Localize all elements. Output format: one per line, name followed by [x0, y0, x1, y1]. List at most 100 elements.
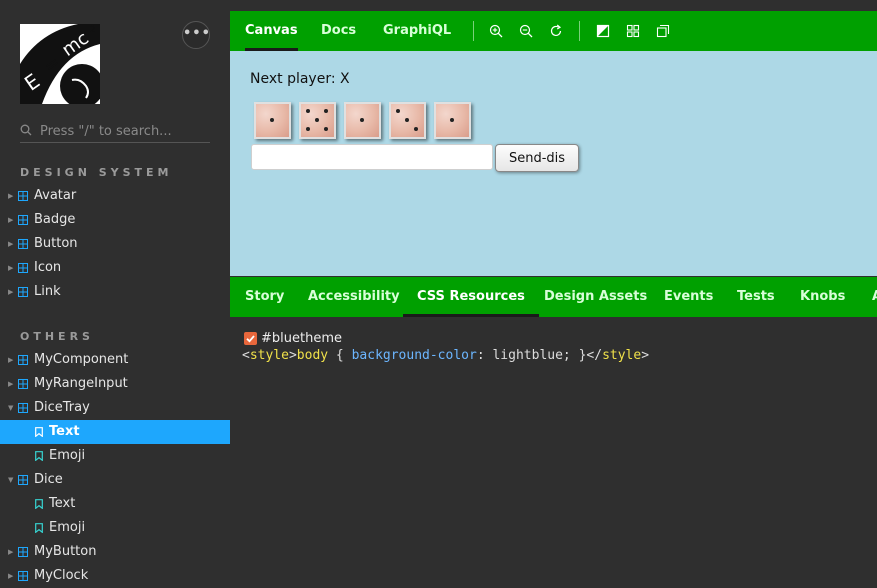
caret-right-icon: ▶ [8, 380, 14, 388]
tab-tests[interactable]: Tests [737, 277, 775, 317]
sidebar-item-avatar[interactable]: ▶ Avatar [0, 184, 230, 208]
tab-knobs[interactable]: Knobs [800, 277, 845, 317]
bookmark-icon [35, 499, 43, 509]
die-pip [306, 127, 310, 131]
sidebar-item-label: Button [34, 236, 78, 251]
top-spacer [230, 0, 877, 11]
next-player-text: Next player: X [250, 71, 350, 87]
sidebar-item-label: MyClock [34, 568, 89, 583]
code-token: style [249, 348, 289, 363]
outline-icon[interactable] [656, 24, 670, 38]
checkmark-icon [246, 335, 255, 343]
die-pip [270, 118, 274, 122]
component-icon [18, 191, 28, 201]
css-resource-checkbox[interactable] [244, 332, 257, 345]
tab-css-resources[interactable]: CSS Resources [403, 277, 539, 317]
sidebar-story-dice-text[interactable]: Text [0, 492, 230, 516]
sidebar-item-label: DiceTray [34, 400, 90, 415]
caret-right-icon: ▶ [8, 356, 14, 364]
die-2[interactable] [299, 102, 336, 139]
code-token: < [242, 348, 250, 363]
sidebar-story-label: Emoji [49, 448, 86, 463]
tab-overflow[interactable]: A [872, 277, 877, 317]
component-icon [18, 403, 28, 413]
zoom-out-icon[interactable] [519, 24, 533, 38]
zoom-reset-icon[interactable] [549, 24, 563, 38]
code-token: { [328, 348, 352, 363]
sidebar-story-dicetray-text[interactable]: Text [0, 420, 230, 444]
die-3[interactable] [344, 102, 381, 139]
die-pip [414, 127, 418, 131]
bookmark-icon [35, 427, 43, 437]
message-input[interactable] [251, 144, 493, 170]
component-icon [18, 355, 28, 365]
sidebar-item-label: MyButton [34, 544, 97, 559]
css-resource-name: #bluetheme [261, 331, 342, 346]
sidebar-item-link[interactable]: ▶ Link [0, 280, 230, 304]
tab-design-assets[interactable]: Design Assets [544, 277, 647, 317]
code-token: background-color [351, 348, 477, 363]
story-canvas: Next player: X Send-dis [230, 51, 877, 276]
caret-right-icon: ▶ [8, 216, 14, 224]
main-area: Canvas Docs GraphiQL Next player: X Send… [230, 0, 877, 588]
component-icon [18, 263, 28, 273]
sidebar-item-label: MyComponent [34, 352, 129, 367]
sidebar-item-dicetray[interactable]: ▼ DiceTray [0, 396, 230, 420]
sidebar-menu-button[interactable]: ••• [182, 21, 210, 49]
caret-right-icon: ▶ [8, 572, 14, 580]
die-5[interactable] [434, 102, 471, 139]
css-resource-code: <style>body { background-color: lightblu… [242, 348, 649, 363]
grid-icon[interactable] [626, 24, 640, 38]
tab-story[interactable]: Story [245, 277, 284, 317]
sidebar-story-dice-emoji[interactable]: Emoji [0, 516, 230, 540]
addon-tabs: Story Accessibility CSS Resources Design… [230, 277, 877, 317]
search-bar[interactable] [20, 121, 210, 143]
css-resources-panel: #bluetheme <style>body { background-colo… [230, 317, 877, 588]
preview-toolbar: Canvas Docs GraphiQL [230, 11, 877, 51]
die-pip [450, 118, 454, 122]
sidebar-item-icon[interactable]: ▶ Icon [0, 256, 230, 280]
die-pip [324, 109, 328, 113]
caret-down-icon: ▼ [8, 404, 14, 412]
component-icon [18, 379, 28, 389]
tab-canvas[interactable]: Canvas [245, 11, 298, 51]
sidebar-item-mybutton[interactable]: ▶ MyButton [0, 540, 230, 564]
die-pip [396, 109, 400, 113]
code-token: > [288, 348, 297, 363]
brand-logo[interactable]: E = mc 2 [20, 24, 100, 104]
caret-right-icon: ▶ [8, 288, 14, 296]
sidebar-item-dice[interactable]: ▼ Dice [0, 468, 230, 492]
sidebar-story-dicetray-emoji[interactable]: Emoji [0, 444, 230, 468]
tab-docs[interactable]: Docs [321, 11, 356, 51]
sidebar-item-myclock[interactable]: ▶ MyClock [0, 564, 230, 588]
code-token: > [641, 348, 650, 363]
search-icon [20, 124, 32, 136]
sidebar-item-button[interactable]: ▶ Button [0, 232, 230, 256]
component-icon [18, 239, 28, 249]
tab-graphiql[interactable]: GraphiQL [383, 11, 451, 51]
caret-right-icon: ▶ [8, 548, 14, 556]
code-token: body [296, 348, 329, 363]
section-title-others: OTHERS [20, 330, 94, 343]
caret-right-icon: ▶ [8, 240, 14, 248]
caret-right-icon: ▶ [8, 192, 14, 200]
sidebar-item-label: Badge [34, 212, 76, 227]
svg-text:2: 2 [90, 25, 96, 35]
code-token: style [602, 348, 642, 363]
tab-events[interactable]: Events [664, 277, 713, 317]
sidebar-item-badge[interactable]: ▶ Badge [0, 208, 230, 232]
send-button[interactable]: Send-dis [495, 144, 579, 172]
search-input[interactable] [40, 121, 210, 141]
section-title-design-system: DESIGN SYSTEM [20, 166, 173, 179]
zoom-in-icon[interactable] [489, 24, 503, 38]
die-1[interactable] [254, 102, 291, 139]
sidebar-item-label: Dice [34, 472, 63, 487]
background-icon[interactable] [596, 24, 610, 38]
sidebar-story-label: Text [49, 496, 76, 511]
sidebar-item-mycomponent[interactable]: ▶ MyComponent [0, 348, 230, 372]
die-4[interactable] [389, 102, 426, 139]
code-token: </ [586, 348, 603, 363]
sidebar-item-myrangeinput[interactable]: ▶ MyRangeInput [0, 372, 230, 396]
tab-accessibility[interactable]: Accessibility [308, 277, 400, 317]
bookmark-icon [35, 451, 43, 461]
